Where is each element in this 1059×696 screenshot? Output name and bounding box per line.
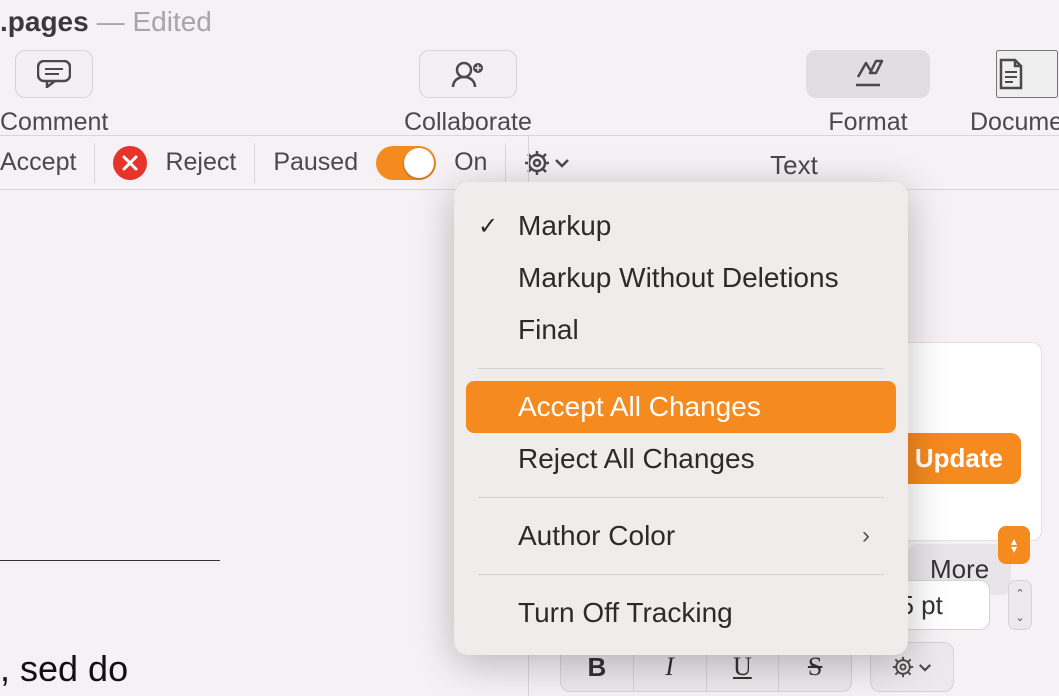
- font-family-stepper[interactable]: [998, 526, 1030, 564]
- menu-item-markup-without-deletions[interactable]: Markup Without Deletions: [454, 252, 908, 304]
- menu-separator: [478, 497, 884, 498]
- document-body-text[interactable]: , sed do: [0, 648, 128, 690]
- menu-item-turn-off-tracking[interactable]: Turn Off Tracking: [454, 587, 908, 639]
- comment-label: Comment: [0, 108, 108, 137]
- font-size-increase[interactable]: ⌃: [1009, 581, 1031, 605]
- menu-item-author-color[interactable]: Author Color ›: [454, 510, 908, 562]
- document-rule: [0, 560, 220, 561]
- toolbar: Comment Collaborate Format Document: [0, 44, 1059, 136]
- reject-icon-button[interactable]: [113, 146, 147, 180]
- menu-separator: [478, 574, 884, 575]
- paused-label: Paused: [273, 148, 358, 177]
- check-icon: ✓: [478, 212, 498, 241]
- format-button[interactable]: [806, 50, 930, 98]
- divider: [94, 143, 95, 183]
- comment-button[interactable]: [15, 50, 93, 98]
- gear-icon: [892, 656, 914, 678]
- document-button[interactable]: [996, 50, 1058, 98]
- menu-item-reject-all-changes[interactable]: Reject All Changes: [454, 433, 908, 485]
- document-label: Document: [970, 108, 1059, 137]
- tracking-options-menu: ✓ Markup Markup Without Deletions Final …: [454, 182, 908, 655]
- tracking-toggle[interactable]: [376, 146, 436, 180]
- collaborate-icon: [450, 60, 486, 88]
- document-filename: .pages: [0, 6, 89, 38]
- menu-separator: [478, 368, 884, 369]
- divider: [254, 143, 255, 183]
- chevron-down-icon: [918, 663, 932, 672]
- comment-icon: [37, 60, 71, 88]
- reject-label[interactable]: Reject: [165, 148, 236, 177]
- document-icon: [998, 58, 1024, 90]
- menu-item-markup[interactable]: ✓ Markup: [454, 200, 908, 252]
- chevron-right-icon: ›: [862, 522, 870, 550]
- titlebar: .pages — Edited: [0, 0, 1059, 44]
- format-label: Format: [828, 108, 907, 137]
- format-icon: [852, 59, 884, 89]
- close-icon: [122, 155, 138, 171]
- collaborate-button[interactable]: [419, 50, 517, 98]
- font-size-decrease[interactable]: ⌄: [1009, 605, 1031, 629]
- divider: [505, 143, 506, 183]
- document-edited-status: — Edited: [97, 6, 212, 38]
- menu-item-accept-all-changes[interactable]: Accept All Changes: [466, 381, 896, 433]
- accept-button[interactable]: Accept: [0, 148, 76, 177]
- update-style-button[interactable]: Update: [897, 433, 1021, 484]
- menu-item-final[interactable]: Final: [454, 304, 908, 356]
- on-label: On: [454, 148, 487, 177]
- collaborate-label: Collaborate: [404, 108, 532, 137]
